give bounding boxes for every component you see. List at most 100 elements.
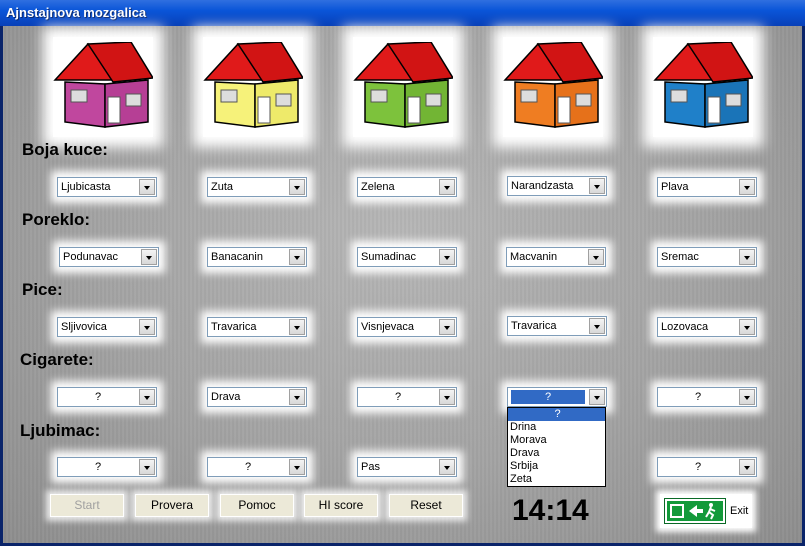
combo-value: Lozovaca — [661, 321, 709, 333]
combo-ljubimac-3[interactable]: Pas — [357, 457, 457, 477]
combo-cigarete-2[interactable]: Drava — [207, 387, 307, 407]
reset-button[interactable]: Reset — [389, 494, 463, 517]
chevron-down-icon[interactable] — [289, 319, 305, 335]
combo-value: Narandzasta — [511, 180, 574, 192]
combo-boja-5[interactable]: Plava — [657, 177, 757, 197]
chevron-down-icon[interactable] — [588, 249, 604, 265]
combo-pice-3[interactable]: Visnjevaca — [357, 317, 457, 337]
dropdown-option[interactable]: Drina — [508, 421, 605, 434]
window-title: Ajnstajnova mozgalica — [6, 5, 147, 20]
combo-value: ? — [394, 391, 402, 403]
chevron-down-icon[interactable] — [439, 319, 455, 335]
label-poreklo: Poreklo: — [22, 210, 91, 229]
chevron-down-icon[interactable] — [739, 319, 755, 335]
chevron-down-icon[interactable] — [139, 459, 155, 475]
combo-poreklo-2[interactable]: Banacanin — [207, 247, 307, 267]
chevron-down-icon[interactable] — [139, 389, 155, 405]
combo-value: Visnjevaca — [361, 321, 414, 333]
combo-value: Drava — [211, 391, 241, 403]
combo-pice-4[interactable]: Travarica — [507, 316, 607, 336]
chevron-down-icon[interactable] — [439, 179, 455, 195]
chevron-down-icon[interactable] — [139, 319, 155, 335]
house-green — [353, 37, 453, 137]
combo-ljubimac-2[interactable]: ? — [207, 457, 307, 477]
pomoc-button[interactable]: Pomoc — [220, 494, 294, 517]
house-magenta — [53, 37, 153, 137]
combo-value: Zelena — [361, 181, 395, 193]
label-ljubimac: Ljubimac: — [20, 421, 101, 440]
label-boja-kuce: Boja kuce: — [22, 140, 108, 159]
combo-cigarete-3[interactable]: ? — [357, 387, 457, 407]
chevron-down-icon[interactable] — [141, 249, 157, 265]
chevron-down-icon[interactable] — [289, 389, 305, 405]
chevron-down-icon[interactable] — [739, 249, 755, 265]
combo-cigarete-5[interactable]: ? — [657, 387, 757, 407]
combo-boja-1[interactable]: Ljubicasta — [57, 177, 157, 197]
title-bar[interactable]: Ajnstajnova mozgalica — [0, 0, 805, 26]
combo-boja-3[interactable]: Zelena — [357, 177, 457, 197]
combo-poreklo-4[interactable]: Macvanin — [506, 247, 606, 267]
chevron-down-icon[interactable] — [289, 459, 305, 475]
chevron-down-icon[interactable] — [439, 389, 455, 405]
combo-boja-2[interactable]: Zuta — [207, 177, 307, 197]
label-pice: Pice: — [22, 280, 63, 299]
chevron-down-icon[interactable] — [739, 459, 755, 475]
combo-pice-5[interactable]: Lozovaca — [657, 317, 757, 337]
combo-value: Sremac — [661, 251, 699, 263]
house-blue — [653, 37, 753, 137]
combo-pice-1[interactable]: Sljivovica — [57, 317, 157, 337]
chevron-down-icon[interactable] — [439, 249, 455, 265]
chevron-down-icon[interactable] — [139, 179, 155, 195]
combo-value: Plava — [661, 181, 689, 193]
combo-ljubimac-5[interactable]: ? — [657, 457, 757, 477]
chevron-down-icon[interactable] — [289, 179, 305, 195]
chevron-down-icon[interactable] — [739, 389, 755, 405]
combo-value: Zuta — [211, 181, 234, 193]
dropdown-option[interactable]: Drava — [508, 447, 605, 460]
house-orange — [503, 37, 603, 137]
combo-value: Sljivovica — [61, 321, 107, 333]
combo-value: Macvanin — [510, 251, 558, 263]
combo-value: Pas — [361, 461, 380, 473]
house-yellow — [203, 37, 303, 137]
timer-display: 14:14 — [512, 494, 589, 527]
chevron-down-icon[interactable] — [589, 389, 605, 405]
combo-boja-4[interactable]: Narandzasta — [507, 176, 607, 196]
combo-poreklo-3[interactable]: Sumadinac — [357, 247, 457, 267]
chevron-down-icon[interactable] — [589, 178, 605, 194]
exit-label: Exit — [730, 505, 749, 517]
dropdown-option[interactable]: Zeta — [508, 473, 605, 486]
combo-value: Banacanin — [211, 251, 263, 263]
combo-value: Sumadinac — [361, 251, 417, 263]
exit-button[interactable]: Exit — [660, 494, 752, 528]
combo-value: ? — [694, 461, 702, 473]
hi-score-button[interactable]: HI score — [304, 494, 378, 517]
combo-value: ? — [511, 390, 585, 404]
exit-sign-icon — [664, 498, 726, 524]
combo-pice-2[interactable]: Travarica — [207, 317, 307, 337]
dropdown-option[interactable]: Morava — [508, 434, 605, 447]
combo-value: Ljubicasta — [61, 181, 111, 193]
label-cigarete: Cigarete: — [20, 350, 94, 369]
combo-value: Podunavac — [63, 251, 119, 263]
combo-value: Travarica — [211, 321, 257, 333]
combo-poreklo-5[interactable]: Sremac — [657, 247, 757, 267]
chevron-down-icon[interactable] — [589, 318, 605, 334]
chevron-down-icon[interactable] — [439, 459, 455, 475]
combo-poreklo-1[interactable]: Podunavac — [59, 247, 159, 267]
combo-value: ? — [94, 461, 102, 473]
combo-value: ? — [244, 461, 252, 473]
start-button[interactable]: Start — [50, 494, 124, 517]
combo-value: ? — [694, 391, 702, 403]
chevron-down-icon[interactable] — [739, 179, 755, 195]
provera-button[interactable]: Provera — [135, 494, 209, 517]
chevron-down-icon[interactable] — [289, 249, 305, 265]
dropdown-option[interactable]: Srbija — [508, 460, 605, 473]
cigarete-dropdown-list: ? Drina Morava Drava Srbija Zeta — [507, 407, 606, 487]
combo-cigarete-4[interactable]: ? — [507, 387, 607, 407]
dropdown-option[interactable]: ? — [508, 408, 605, 421]
combo-value: Travarica — [511, 320, 557, 332]
combo-value: ? — [94, 391, 102, 403]
combo-ljubimac-1[interactable]: ? — [57, 457, 157, 477]
combo-cigarete-1[interactable]: ? — [57, 387, 157, 407]
